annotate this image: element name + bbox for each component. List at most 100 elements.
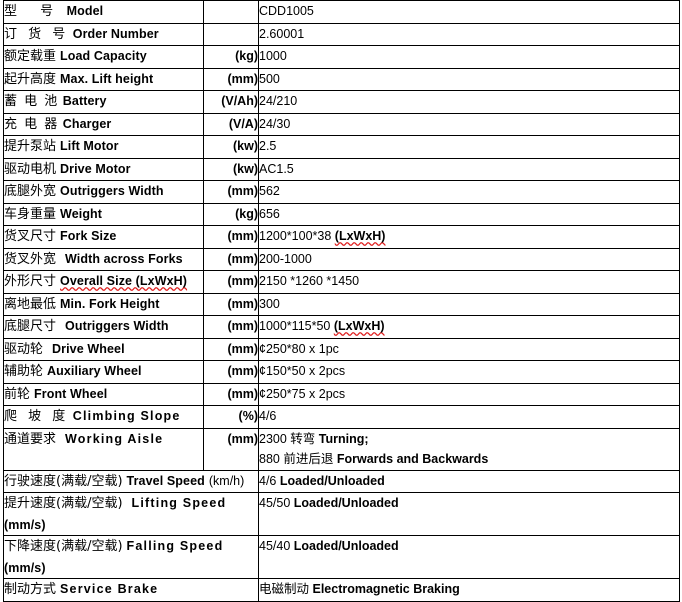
table-row: 充 电 器 Charger (V/A) 24/30: [3, 112, 680, 136]
table-row: 蓄 电 池 Battery (V/Ah) 24/210: [3, 90, 680, 114]
row-label-latin: Travel Speed: [126, 473, 205, 488]
row-unit-line-2: (mm/s): [4, 560, 46, 575]
row-unit: (mm): [203, 180, 259, 204]
row-label-cjk-paren: (满载/空载): [56, 473, 123, 489]
row-label-latin: Order Number: [72, 26, 159, 41]
row-label-cjk: 离地最低: [4, 296, 57, 312]
row-label-latin: Working Aisle: [65, 431, 164, 446]
row-label-width-across-forks: 货叉外宽 Width across Forks: [3, 247, 204, 271]
row-label-charger: 充 电 器 Charger: [3, 112, 204, 136]
row-label-latin: Fork Size: [60, 229, 117, 243]
row-label-auxiliary-wheel: 辅助轮 Auxiliary Wheel: [3, 360, 204, 384]
row-label-falling-speed: 下降速度(满载/空载) Falling Speed (mm/s): [3, 535, 259, 579]
row-label-cjk: 外形尺寸: [4, 274, 57, 289]
row-unit: (%): [203, 405, 259, 429]
row-label-latin: Drive Motor: [60, 161, 131, 176]
row-label-cjk: 提升速度: [4, 496, 57, 511]
table-row: 提升泵站 Lift Motor (kw) 2.5: [3, 135, 680, 159]
row-value: ¢150*50 x 2pcs: [258, 360, 680, 384]
row-value: ¢250*75 x 2pcs: [258, 382, 680, 406]
row-label-weight: 车身重量 Weight: [3, 202, 204, 226]
row-label-cjk: 车身重量: [4, 206, 57, 222]
row-value: 200-1000: [258, 247, 680, 271]
row-label-latin: Outriggers Width: [65, 319, 169, 333]
table-row: 起升高度 Max. Lift height (mm) 500: [3, 67, 680, 91]
row-label-latin: Lift Motor: [60, 139, 119, 153]
row-unit: (mm): [203, 270, 259, 294]
row-label-max-lift-height: 起升高度 Max. Lift height: [3, 67, 204, 91]
table-row: 货叉外宽 Width across Forks (mm) 200-1000: [3, 247, 680, 271]
row-label-cjk: 蓄 电 池: [4, 94, 59, 109]
table-row: 货叉尺寸 Fork Size (mm) 1200*100*38 (LxWxH): [3, 225, 680, 249]
specification-table: 型 号 Model CDD1005 订 货 号 Order Number 2.600…: [3, 0, 680, 602]
row-label-cjk: 辅助轮: [4, 364, 44, 379]
row-unit: (kw): [203, 157, 259, 181]
row-value: 24/210: [258, 90, 680, 114]
row-value: 1200*100*38 (LxWxH): [258, 225, 680, 249]
working-aisle-line-1: 2300 转弯 Turning;: [259, 430, 369, 446]
row-label-front-wheel: 前轮 Front Wheel: [3, 382, 204, 406]
row-label-latin: Model: [66, 4, 104, 18]
row-unit: (mm): [203, 315, 259, 339]
row-label-load-capacity: 额定载重 Load Capacity: [3, 45, 204, 69]
row-label-cjk-paren: (满载/空载): [56, 496, 123, 511]
table-row: 辅助轮 Auxiliary Wheel (mm) ¢150*50 x 2pcs: [3, 360, 680, 384]
row-label-latin: Min. Fork Height: [60, 296, 160, 311]
row-label-lift-motor: 提升泵站 Lift Motor: [3, 135, 204, 159]
table-row: 型 号 Model CDD1005: [3, 0, 680, 24]
row-label-cjk: 订 货 号: [4, 26, 69, 42]
row-value: 24/30: [258, 112, 680, 136]
row-label-cjk: 额定载重: [4, 49, 57, 64]
row-label-model: 型 号 Model: [3, 0, 204, 24]
row-label-latin: Charger: [62, 116, 112, 131]
row-label-cjk: 起升高度: [4, 71, 57, 87]
row-value: AC1.5: [258, 157, 680, 181]
row-label-latin: Climbing Slope: [72, 409, 181, 423]
row-label-drive-wheel: 驱动轮 Drive Wheel: [3, 337, 204, 361]
row-value: 45/50 Loaded/Unloaded: [258, 492, 680, 536]
working-aisle-line-2: 880 前进后退 Forwards and Backwards: [259, 451, 489, 466]
row-unit: (kg): [203, 202, 259, 226]
table-row: 底腿外宽 Outriggers Width (mm) 562: [3, 180, 680, 204]
table-row-lifting-speed: 提升速度(满载/空载) Lifting Speed (mm/s) 45/50 Lo…: [3, 492, 680, 536]
row-unit: (mm): [203, 67, 259, 91]
row-label-latin: Max. Lift height: [60, 71, 154, 86]
table-row-travel-speed: 行驶速度(满载/空载) Travel Speed (km/h) 4/6 Loaded…: [3, 469, 680, 493]
row-value: 500: [258, 67, 680, 91]
row-label-cjk: 驱动电机: [4, 161, 57, 177]
row-label-battery: 蓄 电 池 Battery: [3, 90, 204, 114]
row-label-working-aisle: 通道要求 Working Aisle: [3, 427, 204, 471]
row-unit: (mm): [203, 360, 259, 384]
row-label-cjk: 货叉尺寸: [4, 229, 57, 244]
row-label-cjk: 前轮: [4, 386, 31, 402]
row-value: ¢250*80 x 1pc: [258, 337, 680, 361]
row-unit: (mm): [203, 382, 259, 406]
row-value: 2.5: [258, 135, 680, 159]
row-label-cjk: 充 电 器: [4, 116, 59, 132]
row-label-cjk: 驱动轮: [4, 341, 44, 357]
row-label-climbing-slope: 爬 坡 度 Climbing Slope: [3, 405, 204, 429]
row-label-travel-speed: 行驶速度(满载/空载) Travel Speed (km/h): [3, 469, 259, 493]
row-unit: [203, 22, 259, 46]
table-row: 爬 坡 度 Climbing Slope (%) 4/6: [3, 405, 680, 429]
row-value: 4/6 Loaded/Unloaded: [258, 469, 680, 493]
row-label-cjk: 制动方式: [4, 582, 57, 597]
row-unit: (V/A): [203, 112, 259, 136]
row-label-latin: Weight: [60, 206, 103, 221]
row-unit: (kw): [203, 135, 259, 159]
table-row: 前轮 Front Wheel (mm) ¢250*75 x 2pcs: [3, 382, 680, 406]
row-unit: (mm): [203, 427, 259, 471]
row-unit: (mm): [203, 292, 259, 316]
row-label-latin: Outriggers Width: [60, 184, 164, 198]
row-label-min-fork-height: 离地最低 Min. Fork Height: [3, 292, 204, 316]
row-label-outriggers-size: 底腿尺寸 Outriggers Width: [3, 315, 204, 339]
row-label-cjk: 货叉外宽: [4, 251, 57, 267]
row-value: 562: [258, 180, 680, 204]
row-label-latin: Drive Wheel: [52, 341, 125, 356]
row-value: 4/6: [258, 405, 680, 429]
row-unit-inline: (km/h): [208, 473, 245, 488]
row-label-latin: Lifting Speed: [131, 496, 227, 510]
table-row: 驱动电机 Drive Motor (kw) AC1.5: [3, 157, 680, 181]
row-label-lifting-speed: 提升速度(满载/空载) Lifting Speed (mm/s): [3, 492, 259, 536]
row-value: CDD1005: [258, 0, 680, 24]
